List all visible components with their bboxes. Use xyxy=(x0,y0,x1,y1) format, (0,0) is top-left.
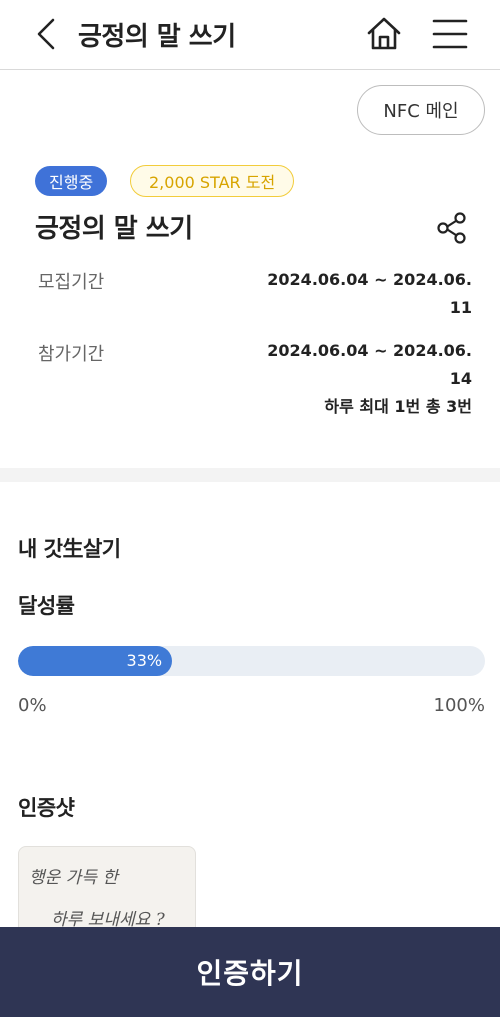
challenge-title: 긍정의 말 쓰기 xyxy=(35,214,193,244)
status-badge: 진행중 xyxy=(35,166,108,196)
progress-percent-label: 33% xyxy=(126,651,163,670)
share-icon xyxy=(437,212,466,244)
chevron-left-icon xyxy=(37,18,55,50)
app-header: 긍정의 말 쓰기 xyxy=(0,0,500,70)
back-button[interactable] xyxy=(28,14,64,54)
recruit-period-label: 모집기간 xyxy=(38,272,105,293)
share-button[interactable] xyxy=(436,211,468,245)
home-button[interactable] xyxy=(364,14,404,54)
home-icon xyxy=(367,17,401,50)
participate-period-value: 2024.06.04 ~ 2024.06.14 xyxy=(267,341,472,388)
participate-limit: 하루 최대 1번 총 3번 xyxy=(324,397,472,416)
proof-heading: 인증샷 xyxy=(18,796,75,820)
menu-button[interactable] xyxy=(430,14,470,54)
recruit-period-value: 2024.06.04 ~ 2024.06.11 xyxy=(267,270,472,317)
progress-fill: 33% xyxy=(18,646,173,676)
achievement-progress-bar: 33% xyxy=(18,646,485,676)
certify-button[interactable]: 인증하기 xyxy=(0,927,500,1017)
nfc-main-button[interactable]: NFC 메인 xyxy=(357,85,485,135)
participate-period-label: 참가기간 xyxy=(38,344,105,365)
my-challenge-heading: 내 갓生살기 xyxy=(18,537,121,561)
hamburger-menu-icon xyxy=(432,19,468,49)
progress-max-label: 100% xyxy=(433,695,485,716)
reward-badge: 2,000 STAR 도전 xyxy=(130,165,295,197)
section-divider xyxy=(0,468,500,482)
handwriting-line-1: 행운 가득 한 xyxy=(29,868,120,888)
progress-min-label: 0% xyxy=(18,695,47,716)
page-title: 긍정의 말 쓰기 xyxy=(78,22,236,52)
certify-button-label: 인증하기 xyxy=(196,957,304,990)
achievement-heading: 달성률 xyxy=(18,594,75,618)
